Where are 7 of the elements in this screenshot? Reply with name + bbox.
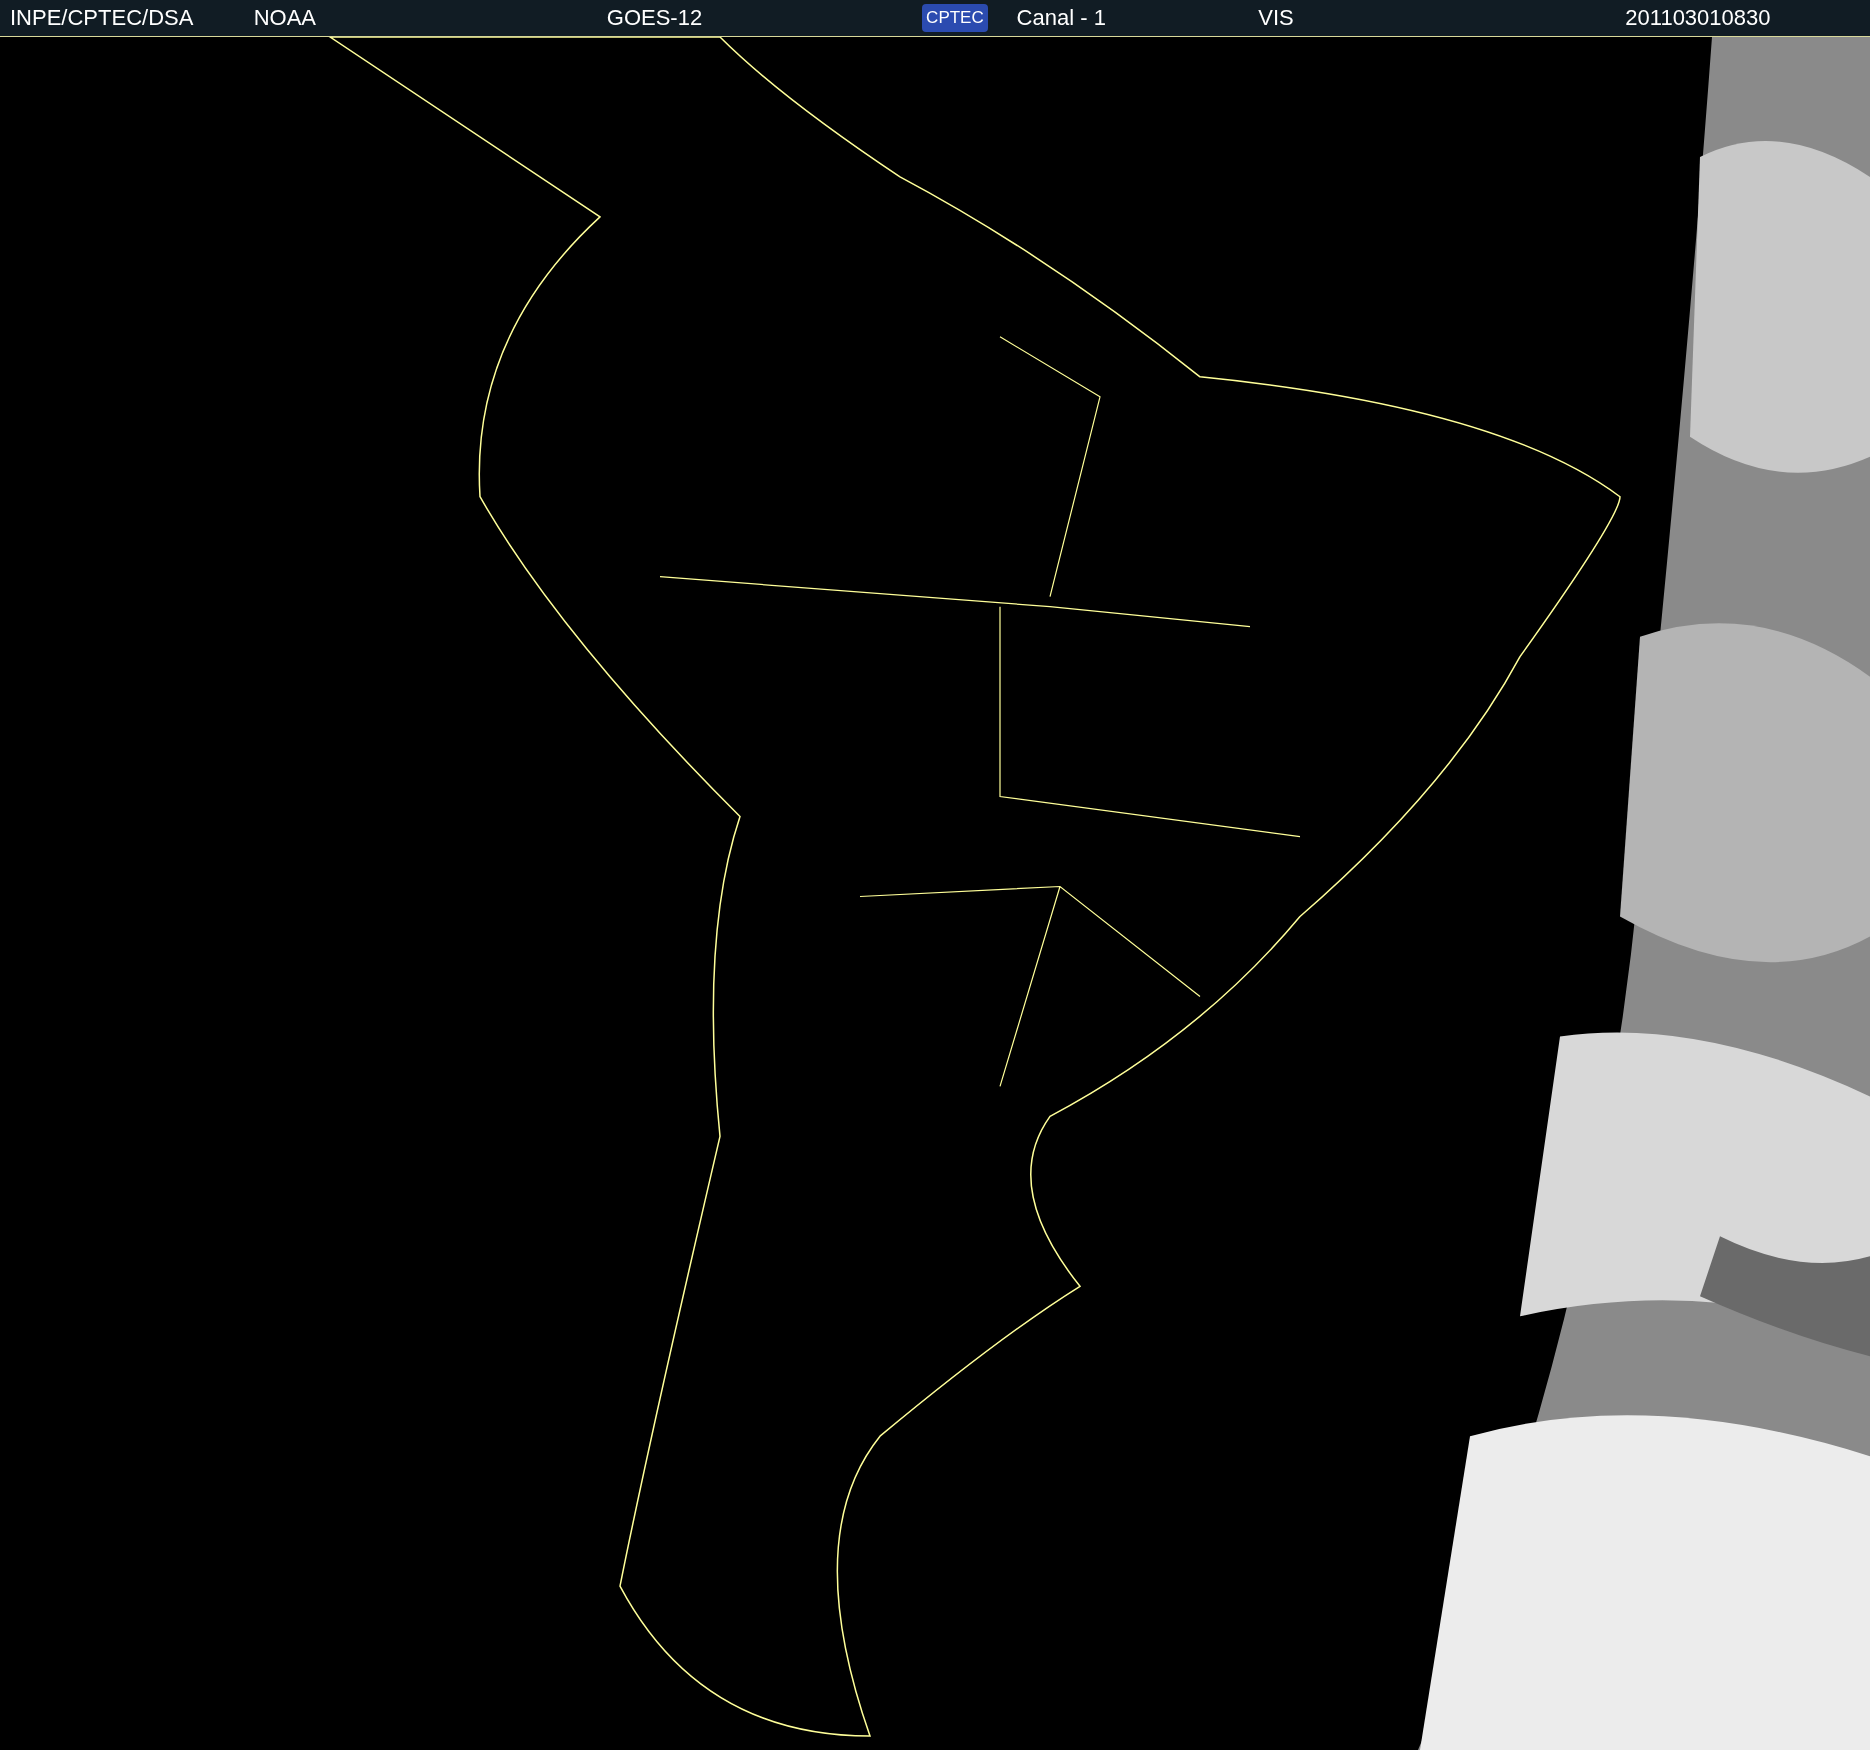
logo: CPTEC	[922, 4, 988, 32]
header-label: INPE/CPTEC/DSA	[10, 5, 194, 31]
header-label: VIS	[1258, 5, 1294, 31]
header-label: Canal - 1	[1016, 5, 1106, 31]
header-label: GOES-12	[606, 5, 703, 31]
header-label: NOAA	[253, 5, 317, 31]
header-label: 201103010830	[1625, 5, 1771, 31]
